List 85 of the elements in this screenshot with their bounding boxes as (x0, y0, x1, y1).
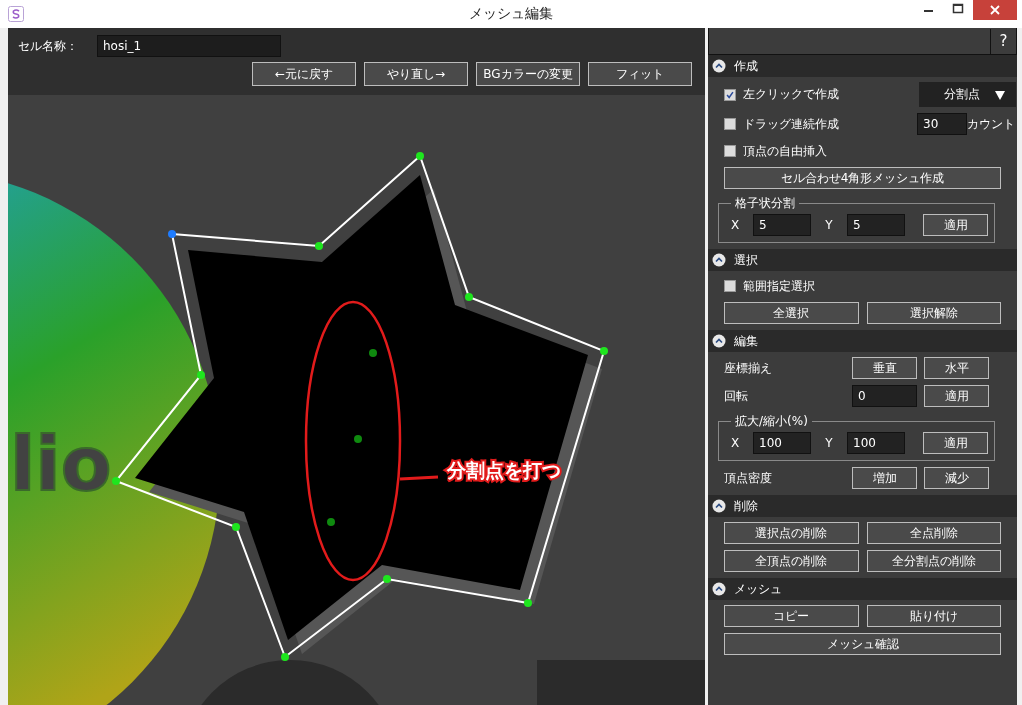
action-button[interactable]: 貼り付け (866, 605, 1001, 627)
dropdown-caret-icon (993, 88, 1006, 101)
action-button[interactable]: セル合わせ4角形メッシュ作成 (724, 167, 1001, 189)
section-title: 削除 (734, 497, 758, 515)
axis-label: X (729, 218, 741, 232)
row-label: 回転 (724, 387, 749, 405)
collapse-icon[interactable] (712, 59, 726, 73)
vertex-handle[interactable] (315, 242, 323, 250)
apply-button[interactable]: 適用 (924, 385, 989, 407)
y-field[interactable]: 5 (847, 214, 905, 236)
vertex-handle[interactable] (600, 347, 608, 355)
count-field[interactable]: 30 (917, 113, 967, 135)
vertex-handle[interactable] (383, 575, 391, 583)
row-label: 頂点密度 (724, 469, 773, 487)
sprite-text: lio (10, 421, 112, 507)
split-point[interactable] (327, 518, 335, 526)
checkbox-label: 左クリックで作成 (743, 86, 839, 103)
toolbar-button[interactable]: ←元に戻す (252, 62, 356, 86)
section-title: 編集 (734, 332, 758, 350)
section-title: メッシュ (734, 580, 782, 598)
window-title: メッシュ編集 (469, 5, 553, 23)
apply-button[interactable]: 適用 (923, 432, 988, 454)
count-unit: カウント (967, 115, 1015, 133)
action-button[interactable]: 増加 (852, 467, 917, 489)
group-title: 拡大/縮小(%) (734, 413, 809, 430)
vertex-handle[interactable] (465, 293, 473, 301)
collapse-icon[interactable] (712, 334, 726, 348)
axis-label: Y (824, 436, 834, 450)
cell-name-field[interactable]: hosi_1 (97, 35, 281, 57)
apply-button[interactable]: 適用 (923, 214, 988, 236)
vertex-handle[interactable] (112, 477, 120, 485)
mode-dropdown[interactable]: 分割点 (919, 82, 1016, 107)
vertex-handle[interactable] (168, 230, 176, 238)
rotation-field[interactable]: 0 (852, 385, 917, 407)
action-button[interactable]: 全頂点の削除 (724, 550, 859, 572)
checkbox[interactable] (724, 88, 736, 101)
action-button[interactable]: 減少 (924, 467, 989, 489)
checkbox[interactable] (724, 145, 736, 157)
checkbox[interactable] (724, 118, 736, 130)
vertex-handle[interactable] (197, 371, 205, 379)
checkbox[interactable] (724, 280, 736, 292)
section-header[interactable]: メッシュ (708, 578, 1017, 600)
checkbox-label: ドラッグ連続作成 (743, 115, 839, 133)
action-button[interactable]: 水平 (924, 357, 989, 379)
section-header[interactable]: 選択 (708, 249, 1017, 271)
collapse-icon[interactable] (712, 253, 726, 267)
x-field[interactable]: 100 (753, 432, 811, 454)
annotation-text: 分割点を打つ (447, 459, 561, 481)
mesh-canvas[interactable]: lio 分割点を打つ (8, 95, 705, 705)
action-button[interactable]: 選択解除 (866, 302, 1001, 324)
action-button[interactable]: 選択点の削除 (724, 522, 859, 544)
split-point[interactable] (354, 435, 362, 443)
app-icon (8, 6, 24, 22)
action-button[interactable]: メッシュ確認 (724, 633, 1001, 655)
collapse-icon[interactable] (712, 499, 726, 513)
toolbar-button[interactable]: フィット (588, 62, 692, 86)
section-header[interactable]: 編集 (708, 330, 1017, 352)
close-icon[interactable] (973, 0, 1017, 20)
axis-label: X (729, 436, 741, 450)
toolbar-button[interactable]: BGカラーの変更 (476, 62, 580, 86)
split-point[interactable] (369, 349, 377, 357)
vertex-handle[interactable] (281, 653, 289, 661)
action-button[interactable]: 全点削除 (866, 522, 1001, 544)
action-button[interactable]: コピー (724, 605, 859, 627)
vertex-handle[interactable] (416, 152, 424, 160)
row-label: 座標揃え (724, 359, 773, 377)
action-button[interactable]: 全選択 (724, 302, 859, 324)
action-button[interactable]: 全分割点の削除 (866, 550, 1001, 572)
axis-label: Y (824, 218, 834, 232)
section-title: 作成 (734, 57, 758, 75)
group-title: 格子状分割 (734, 195, 796, 212)
vertex-handle[interactable] (232, 523, 240, 531)
collapse-icon[interactable] (712, 582, 726, 596)
action-button[interactable]: 垂直 (852, 357, 917, 379)
toolbar-button[interactable]: やり直し→ (364, 62, 468, 86)
section-header[interactable]: 削除 (708, 495, 1017, 517)
y-field[interactable]: 100 (847, 432, 905, 454)
cell-name-label: セル名称： (18, 37, 79, 55)
checkbox-label: 頂点の自由挿入 (743, 142, 827, 160)
checkbox-label: 範囲指定選択 (743, 277, 815, 295)
section-header[interactable]: 作成 (708, 55, 1017, 77)
x-field[interactable]: 5 (753, 214, 811, 236)
leader-line (399, 475, 439, 481)
section-title: 選択 (734, 251, 758, 269)
vertex-handle[interactable] (524, 599, 532, 607)
